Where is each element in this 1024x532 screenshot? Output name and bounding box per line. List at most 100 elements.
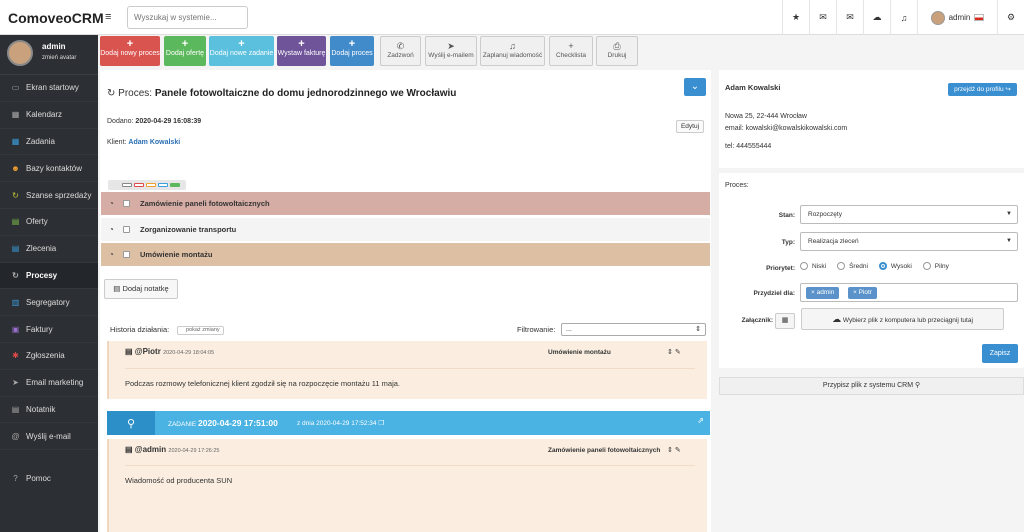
sidebar-item-label: Segregatory [26,297,70,307]
sidebar-item-process[interactable]: ↻ Procesy [0,262,98,290]
action-button[interactable]: + Dodaj nowe zadanie [209,36,274,66]
sidebar-item-label: Notatnik [26,404,56,414]
sidebar-item-notebook[interactable]: ▤ Notatnik [0,397,98,424]
toolbar-button[interactable]: ⎙ Drukuj [596,36,638,66]
search-icon[interactable]: ⚲ [107,411,155,435]
refresh-icon[interactable]: ↻ [107,88,115,99]
search-input[interactable] [127,6,248,29]
refresh-icon: ↻ [12,190,19,200]
contact-email[interactable]: email: kowalski@kowalskikowalski.com [725,125,847,132]
history-entry: ▤ @Piotr 2020-04-29 18:04:05 Umówienie m… [107,341,707,399]
star-icon[interactable]: ★ [782,0,809,35]
attach-crm-file-button[interactable]: Przypisz plik z systemu CRM ⚲ [719,377,1024,395]
task-row[interactable]: ◔ Zorganizowanie transportu [101,218,710,241]
priority-radio-medium[interactable] [837,262,846,270]
show-changes-toggle[interactable]: pokaż zmiany [177,326,224,335]
task-checkbox[interactable] [123,226,130,233]
sidebar-item-ticket[interactable]: ✱ Zgłoszenia [0,343,98,370]
task-checkbox[interactable] [123,200,130,207]
add-note-button[interactable]: ▤ Dodaj notatkę [104,279,178,299]
sidebar-item-clipboard[interactable]: ▤ Zlecenia [0,236,98,263]
type-select[interactable]: Realizacja zleceń ▼ [800,232,1018,251]
sidebar-item-binder[interactable]: ▥ Segregatory [0,289,98,317]
edit-icon[interactable]: ✎ [675,447,681,454]
toolbar-button[interactable]: + Checklista [549,36,593,66]
priority-option-label: Pilny [934,262,949,270]
upload-area[interactable]: ☁ Wybierz plik z komputera lub przeciągn… [801,308,1004,330]
filter-select[interactable]: ... ⇕ [561,323,706,336]
paper-plane-icon: ➤ [447,41,455,51]
phone-icon: ✆ [396,41,405,51]
sidebar-item-contacts[interactable]: ☻ Bazy kontaktów [0,155,98,183]
sidebar-item-at[interactable]: @ Wyślij e-mail [0,423,98,451]
process-panel: ↻ Proces: Panele fotowoltaiczne do domu … [100,70,711,532]
add-note-label: Dodaj notatkę [122,284,169,293]
sidebar-item-send[interactable]: ➤ Email marketing [0,370,98,397]
assignee-chip[interactable]: × Piotr [848,287,877,299]
chat-icon[interactable]: ✉ [809,0,836,35]
action-toolbar: + Dodaj nowy proces + Dodaj ofertę + Dodaj no… [98,35,1024,67]
bell-icon[interactable]: ♫ [890,0,917,35]
sidebar-profile: admin zmień avatar [0,35,98,75]
type-value: Realizacja zleceń [808,238,859,245]
history-label: Historia działania: [110,325,170,334]
sort-icon[interactable]: ⇕ [667,349,673,356]
priority-radio-low[interactable] [800,262,808,270]
task-label: Zorganizowanie transportu [140,225,237,234]
priority-radio-high[interactable] [878,262,887,270]
status-value: Rozpoczęty [808,211,842,218]
task-checkbox[interactable] [123,251,130,258]
sidebar-item-label: Faktury [26,324,53,334]
edit-button[interactable]: Edytuj [676,120,704,133]
task-row[interactable]: ◔ Zamówienie paneli fotowoltaicznych [101,192,710,215]
task-bar-from: z dnia 2020-04-29 17:52:34 ❐ [297,419,384,427]
sidebar-item-invoice[interactable]: ▣ Faktury [0,316,98,343]
sidebar-item-monitor[interactable]: ▭ Ekran startowy [0,75,98,102]
hamburger-icon[interactable]: ≡ [105,11,111,23]
assign-input[interactable]: × admin × Piotr [800,283,1018,302]
sidebar-item-label: Ekran startowy [26,83,79,93]
sidebar-item-label: Bazy kontaktów [26,163,83,173]
attach-crm-label: Przypisz plik z systemu CRM [822,382,914,389]
save-button[interactable]: Zapisz [982,344,1018,363]
toolbar-button[interactable]: ✆ Zadzwoń [380,36,421,66]
priority-radio-urgent[interactable] [922,262,931,270]
sidebar-item-pomoc[interactable]: ? Pomoc [0,465,98,492]
status-select[interactable]: Rozpoczęty ▼ [800,205,1018,224]
contact-phone[interactable]: tel: 444555444 [725,143,771,150]
action-button[interactable]: + Dodaj nowy proces [100,36,160,66]
contacts-icon: ☻ [11,163,20,173]
action-button[interactable]: + Dodaj ofertę [164,36,206,66]
sidebar-item-label: Szanse sprzedaży [26,190,92,200]
sidebar-item-tasks[interactable]: ▦ Zadania [0,129,98,156]
user-name: admin [948,13,971,22]
toolbar-button[interactable]: ➤ Wyślij e-mailem [425,36,477,66]
copy-icon[interactable]: ❐ [378,420,384,427]
assign-label: Przydziel dla: [753,290,795,297]
toolbar-button[interactable]: ♫ Zaplanuj wiadomość [480,36,545,66]
cloud-icon[interactable]: ☁ [863,0,890,35]
grid-icon[interactable]: ▦ [775,313,795,329]
action-button[interactable]: + Wystaw fakturę [277,36,326,66]
gears-icon[interactable]: ⚙ [997,0,1024,35]
user-menu[interactable]: admin [917,0,997,35]
external-link-icon[interactable]: ⇗ [697,416,704,425]
action-button[interactable]: + Dodaj proces [330,36,374,66]
assignee-chip[interactable]: × admin [806,287,840,299]
entry-actions: ⇕ ✎ [667,446,681,454]
sidebar-item-refresh[interactable]: ↻ Szanse sprzedaży [0,182,98,209]
sidebar-item-document[interactable]: ▤ Oferty [0,209,98,236]
sort-icon[interactable]: ⇕ [667,447,673,454]
client-link[interactable]: Adam Kowalski [128,139,180,146]
app-logo[interactable]: ComoveoCRM [8,10,104,26]
sidebar-item-calendar[interactable]: ▦ Kalendarz [0,102,98,129]
entry-task: Zamówienie paneli fotowoltaicznych [548,447,661,454]
chevron-down-icon[interactable]: ⌄ [684,78,706,96]
mail-icon[interactable]: ✉ [836,0,863,35]
task-row[interactable]: ◔ Umówienie montażu [101,243,710,266]
go-to-profile-button[interactable]: przejdź do profilu ↪ [948,83,1017,96]
dashboard-icon: ◔ [109,225,114,234]
avatar[interactable] [7,40,33,66]
edit-icon[interactable]: ✎ [675,349,681,356]
change-avatar-link[interactable]: zmień avatar [42,55,76,61]
